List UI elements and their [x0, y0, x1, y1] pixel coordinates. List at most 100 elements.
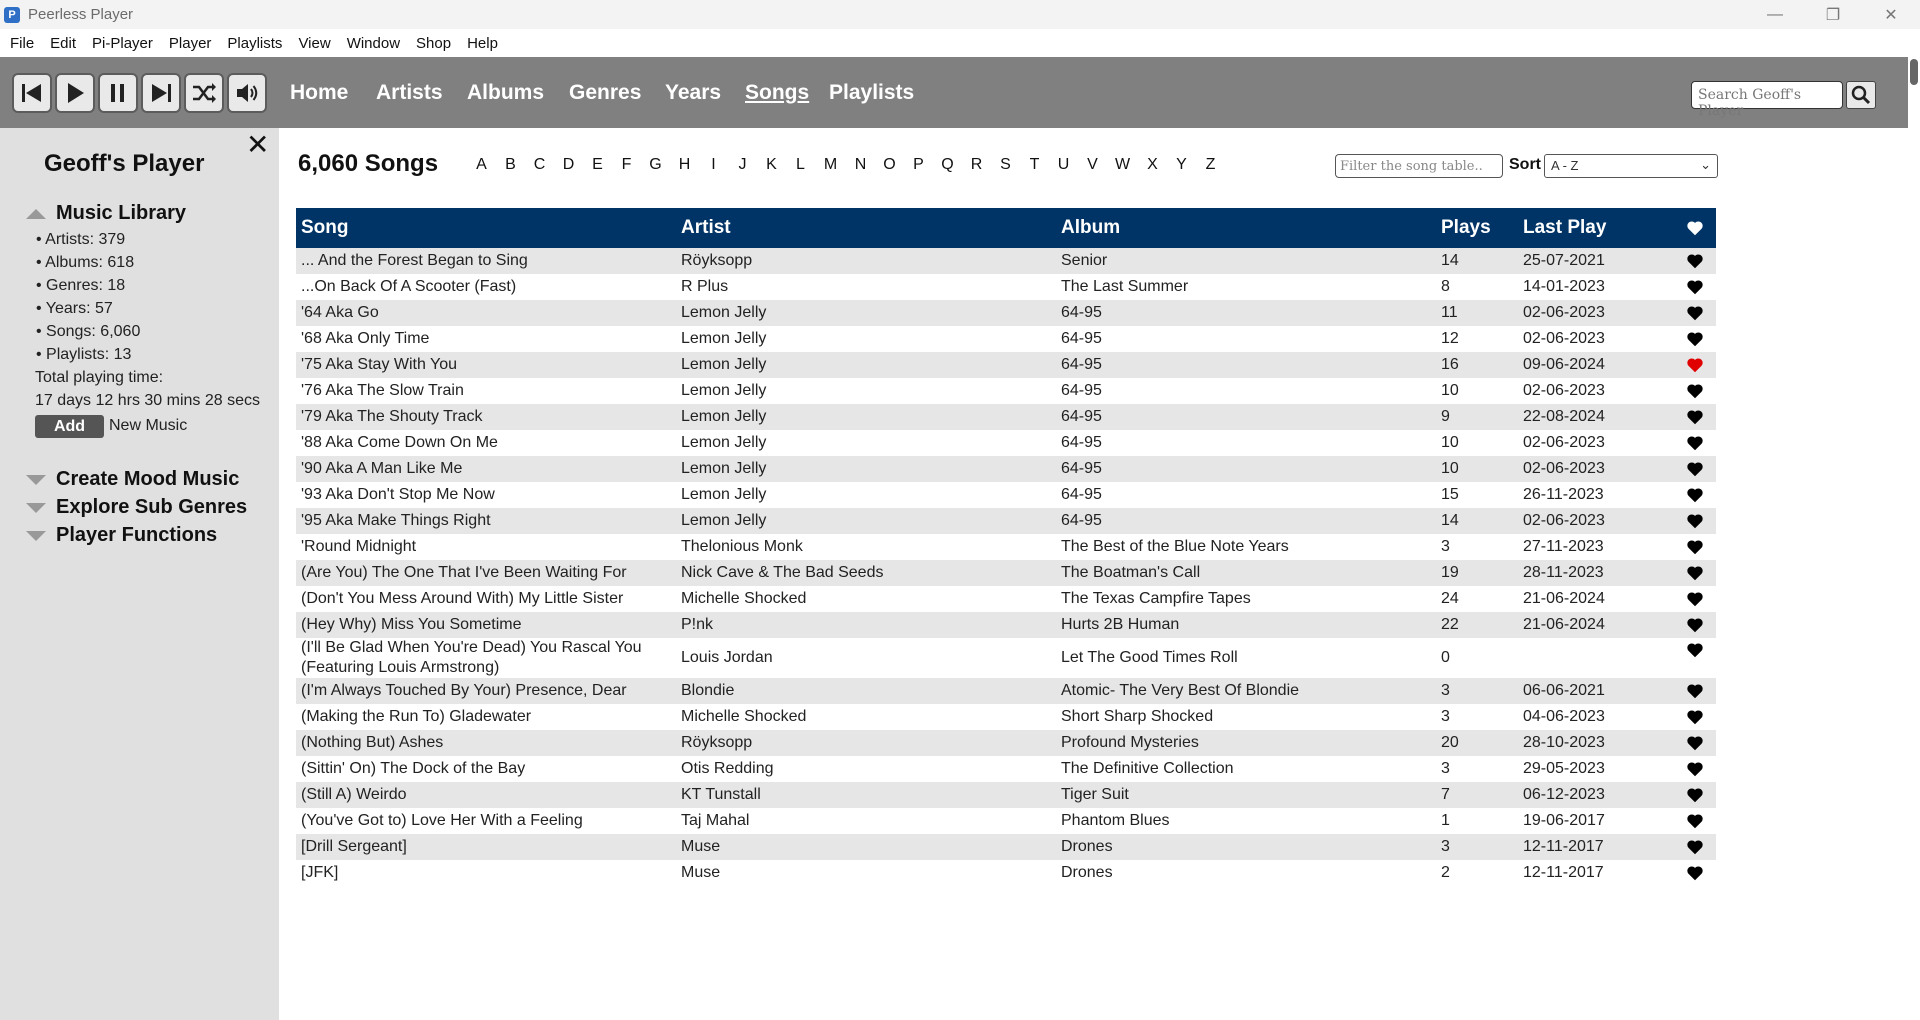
page-scrollbar[interactable]	[1908, 57, 1920, 1020]
favourite-toggle[interactable]	[1674, 461, 1716, 477]
favourite-toggle[interactable]	[1674, 305, 1716, 321]
favourite-toggle[interactable]	[1674, 539, 1716, 555]
menu-edit[interactable]: Edit	[50, 35, 76, 52]
favourite-toggle[interactable]	[1674, 565, 1716, 581]
table-row[interactable]: '68 Aka Only Time Lemon Jelly 64-95 12 02-06…	[296, 326, 1716, 352]
explore-sub-genres-toggle[interactable]: Explore Sub Genres	[26, 496, 247, 519]
letter-t[interactable]: T	[1020, 156, 1049, 174]
shuffle-button[interactable]	[184, 73, 224, 113]
table-row[interactable]: (Making the Run To) Gladewater Michelle S…	[296, 704, 1716, 730]
play-button[interactable]	[55, 73, 95, 113]
header-song[interactable]: Song	[296, 217, 676, 239]
favourite-toggle[interactable]	[1674, 839, 1716, 855]
search-button[interactable]	[1846, 81, 1876, 109]
nav-albums[interactable]: Albums	[467, 81, 544, 105]
add-new-music-button[interactable]: Add	[35, 415, 104, 438]
letter-y[interactable]: Y	[1167, 156, 1196, 174]
nav-years[interactable]: Years	[665, 81, 721, 105]
close-sidebar-icon[interactable]: ✕	[246, 128, 269, 161]
player-functions-toggle[interactable]: Player Functions	[26, 524, 217, 547]
nav-genres[interactable]: Genres	[569, 81, 641, 105]
favourite-toggle[interactable]	[1674, 638, 1716, 658]
menu-window[interactable]: Window	[347, 35, 400, 52]
table-row[interactable]: 'Round Midnight Thelonious Monk The Best o…	[296, 534, 1716, 560]
nav-home[interactable]: Home	[290, 81, 348, 105]
menu-playlists[interactable]: Playlists	[227, 35, 282, 52]
song-filter-input[interactable]: Filter the song table..	[1335, 154, 1503, 178]
favourite-toggle[interactable]	[1674, 813, 1716, 829]
letter-n[interactable]: N	[846, 156, 875, 174]
nav-playlists[interactable]: Playlists	[829, 81, 914, 105]
favourite-toggle[interactable]	[1674, 487, 1716, 503]
header-favourite[interactable]	[1674, 220, 1716, 236]
letter-m[interactable]: M	[815, 156, 846, 174]
menu-player[interactable]: Player	[169, 35, 212, 52]
table-row[interactable]: '64 Aka Go Lemon Jelly 64-95 11 02-06-2023	[296, 300, 1716, 326]
restore-icon[interactable]: ❐	[1804, 0, 1862, 29]
table-row[interactable]: (You've Got to) Love Her With a Feeling T…	[296, 808, 1716, 834]
favourite-toggle[interactable]	[1674, 787, 1716, 803]
letter-j[interactable]: J	[728, 156, 757, 174]
favourite-toggle[interactable]	[1674, 331, 1716, 347]
table-row[interactable]: '90 Aka A Man Like Me Lemon Jelly 64-95 10 0…	[296, 456, 1716, 482]
letter-g[interactable]: G	[641, 156, 670, 174]
nav-artists[interactable]: Artists	[376, 81, 443, 105]
favourite-toggle[interactable]	[1674, 279, 1716, 295]
favourite-toggle[interactable]	[1674, 761, 1716, 777]
favourite-toggle[interactable]	[1674, 435, 1716, 451]
letter-s[interactable]: S	[991, 156, 1020, 174]
header-plays[interactable]: Plays	[1436, 217, 1518, 239]
menu-file[interactable]: File	[10, 35, 34, 52]
letter-h[interactable]: H	[670, 156, 699, 174]
favourite-toggle[interactable]	[1674, 253, 1716, 269]
letter-o[interactable]: O	[875, 156, 904, 174]
table-row[interactable]: [Drill Sergeant] Muse Drones 3 12-11-2017	[296, 834, 1716, 860]
music-library-toggle[interactable]: Music Library	[26, 202, 186, 225]
letter-e[interactable]: E	[583, 156, 612, 174]
pause-button[interactable]	[98, 73, 138, 113]
table-row[interactable]: '79 Aka The Shouty Track Lemon Jelly 64-95…	[296, 404, 1716, 430]
letter-a[interactable]: A	[467, 156, 496, 174]
table-row[interactable]: (Don't You Mess Around With) My Little S…	[296, 586, 1716, 612]
favourite-toggle[interactable]	[1674, 409, 1716, 425]
create-mood-music-toggle[interactable]: Create Mood Music	[26, 468, 239, 491]
search-input[interactable]: Search Geoff's Player	[1691, 81, 1843, 119]
letter-r[interactable]: R	[962, 156, 991, 174]
favourite-toggle[interactable]	[1674, 735, 1716, 751]
letter-p[interactable]: P	[904, 156, 933, 174]
table-row[interactable]: '76 Aka The Slow Train Lemon Jelly 64-95 10…	[296, 378, 1716, 404]
favourite-toggle[interactable]	[1674, 591, 1716, 607]
minimize-icon[interactable]: —	[1746, 0, 1804, 29]
menu-help[interactable]: Help	[467, 35, 498, 52]
favourite-toggle[interactable]	[1674, 383, 1716, 399]
favourite-toggle[interactable]	[1674, 709, 1716, 725]
table-row[interactable]: (Nothing But) Ashes Röyksopp Profound Myst…	[296, 730, 1716, 756]
letter-i[interactable]: I	[699, 156, 728, 174]
table-row[interactable]: (Are You) The One That I've Been Waiting…	[296, 560, 1716, 586]
previous-track-button[interactable]	[12, 73, 52, 113]
header-album[interactable]: Album	[1056, 217, 1436, 239]
favourite-toggle[interactable]	[1674, 617, 1716, 633]
menu-shop[interactable]: Shop	[416, 35, 451, 52]
volume-button[interactable]	[227, 73, 267, 113]
letter-x[interactable]: X	[1138, 156, 1167, 174]
letter-q[interactable]: Q	[933, 156, 962, 174]
favourite-toggle[interactable]	[1674, 683, 1716, 699]
table-row[interactable]: ...On Back Of A Scooter (Fast) R Plus The …	[296, 274, 1716, 300]
favourite-toggle[interactable]	[1674, 865, 1716, 881]
sort-select[interactable]: A - Z ⌄	[1544, 154, 1718, 178]
table-row[interactable]: (I'll Be Glad When You're Dead) You Rasc…	[296, 638, 1716, 678]
scroll-thumb[interactable]	[1910, 59, 1918, 85]
letter-z[interactable]: Z	[1196, 156, 1225, 174]
menu-view[interactable]: View	[298, 35, 330, 52]
next-track-button[interactable]	[141, 73, 181, 113]
table-row[interactable]: '95 Aka Make Things Right Lemon Jelly 64-9…	[296, 508, 1716, 534]
favourite-toggle[interactable]	[1674, 513, 1716, 529]
table-row[interactable]: (Still A) Weirdo KT Tunstall Tiger Suit 7 06…	[296, 782, 1716, 808]
favourite-toggle[interactable]	[1674, 357, 1716, 373]
letter-f[interactable]: F	[612, 156, 641, 174]
table-row[interactable]: '75 Aka Stay With You Lemon Jelly 64-95 16 0…	[296, 352, 1716, 378]
table-row[interactable]: '93 Aka Don't Stop Me Now Lemon Jelly 64-9…	[296, 482, 1716, 508]
letter-u[interactable]: U	[1049, 156, 1078, 174]
letter-d[interactable]: D	[554, 156, 583, 174]
